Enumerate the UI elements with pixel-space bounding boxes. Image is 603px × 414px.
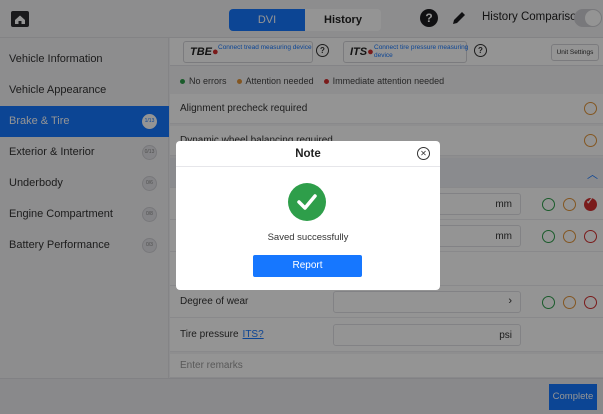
dialog-message: Saved successfully [267, 232, 349, 243]
success-check-icon [288, 183, 326, 221]
dialog-divider [176, 166, 440, 167]
report-button[interactable]: Report [253, 255, 362, 277]
close-icon[interactable]: ✕ [417, 147, 430, 160]
dialog-title: Note [295, 148, 321, 160]
note-dialog: Note ✕ Saved successfully Report [176, 141, 440, 290]
